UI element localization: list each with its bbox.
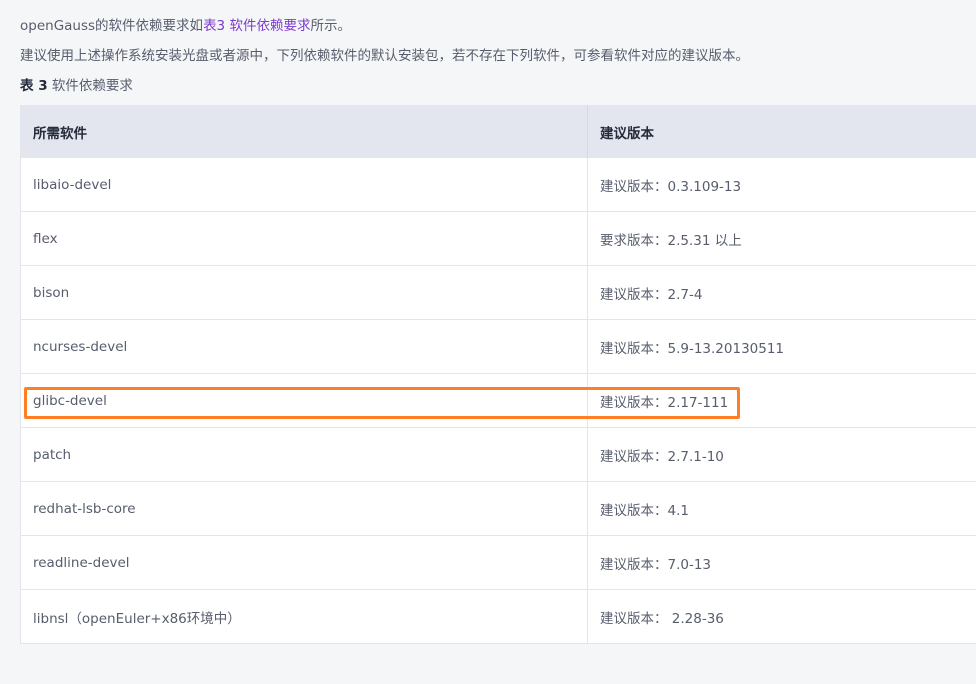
software-version: 建议版本：2.17-111 xyxy=(587,373,976,428)
software-name: patch xyxy=(20,427,588,482)
software-version: 建议版本：5.9-13.20130511 xyxy=(587,319,976,374)
software-version: 建议版本： 2.28-36 xyxy=(587,589,976,644)
software-name: flex xyxy=(20,211,588,266)
table-row: bison 建议版本：2.7-4 xyxy=(20,265,976,320)
software-version: 建议版本：2.7.1-10 xyxy=(587,427,976,482)
table-row: ncurses-devel 建议版本：5.9-13.20130511 xyxy=(20,319,976,374)
table-row: patch 建议版本：2.7.1-10 xyxy=(20,427,976,482)
software-name: libnsl（openEuler+x86环境中） xyxy=(20,589,588,644)
table-row: flex 要求版本：2.5.31 以上 xyxy=(20,211,976,266)
intro-paragraph: openGauss的软件依赖要求如表3 软件依赖要求所示。 xyxy=(20,17,351,35)
software-name: glibc-devel xyxy=(20,373,588,428)
table-row: libnsl（openEuler+x86环境中） 建议版本： 2.28-36 xyxy=(20,589,976,644)
software-name: redhat-lsb-core xyxy=(20,481,588,536)
table-caption-title: 软件依赖要求 xyxy=(51,78,133,94)
header-recommended-version: 建议版本 xyxy=(587,105,976,158)
header-required-software: 所需软件 xyxy=(20,105,588,158)
software-version: 要求版本：2.5.31 以上 xyxy=(587,211,976,266)
intro-prefix: openGauss的软件依赖要求如 xyxy=(20,18,204,34)
page: openGauss的软件依赖要求如表3 软件依赖要求所示。 建议使用上述操作系统… xyxy=(0,0,976,684)
software-version: 建议版本：2.7-4 xyxy=(587,265,976,320)
note-paragraph: 建议使用上述操作系统安装光盘或者源中，下列依赖软件的默认安装包，若不存在下列软件… xyxy=(20,48,749,64)
table-row-highlighted: glibc-devel 建议版本：2.17-111 xyxy=(20,373,976,428)
table-row: libaio-devel 建议版本：0.3.109-13 xyxy=(20,158,976,212)
table-header-row: 所需软件 建议版本 xyxy=(20,105,976,158)
table-3-link[interactable]: 表3 软件依赖要求 xyxy=(203,18,310,34)
dependency-table: 所需软件 建议版本 libaio-devel 建议版本：0.3.109-13 f… xyxy=(20,105,976,644)
table-caption-label: 表 3 xyxy=(20,78,48,94)
table-caption: 表 3 软件依赖要求 xyxy=(20,77,133,95)
software-version: 建议版本：7.0-13 xyxy=(587,535,976,590)
software-name: ncurses-devel xyxy=(20,319,588,374)
software-name: bison xyxy=(20,265,588,320)
software-version: 建议版本：0.3.109-13 xyxy=(587,158,976,212)
software-name: readline-devel xyxy=(20,535,588,590)
software-name: libaio-devel xyxy=(20,158,588,212)
table-row: readline-devel 建议版本：7.0-13 xyxy=(20,535,976,590)
table-row: redhat-lsb-core 建议版本：4.1 xyxy=(20,481,976,536)
software-version: 建议版本：4.1 xyxy=(587,481,976,536)
intro-suffix: 所示。 xyxy=(310,18,351,34)
